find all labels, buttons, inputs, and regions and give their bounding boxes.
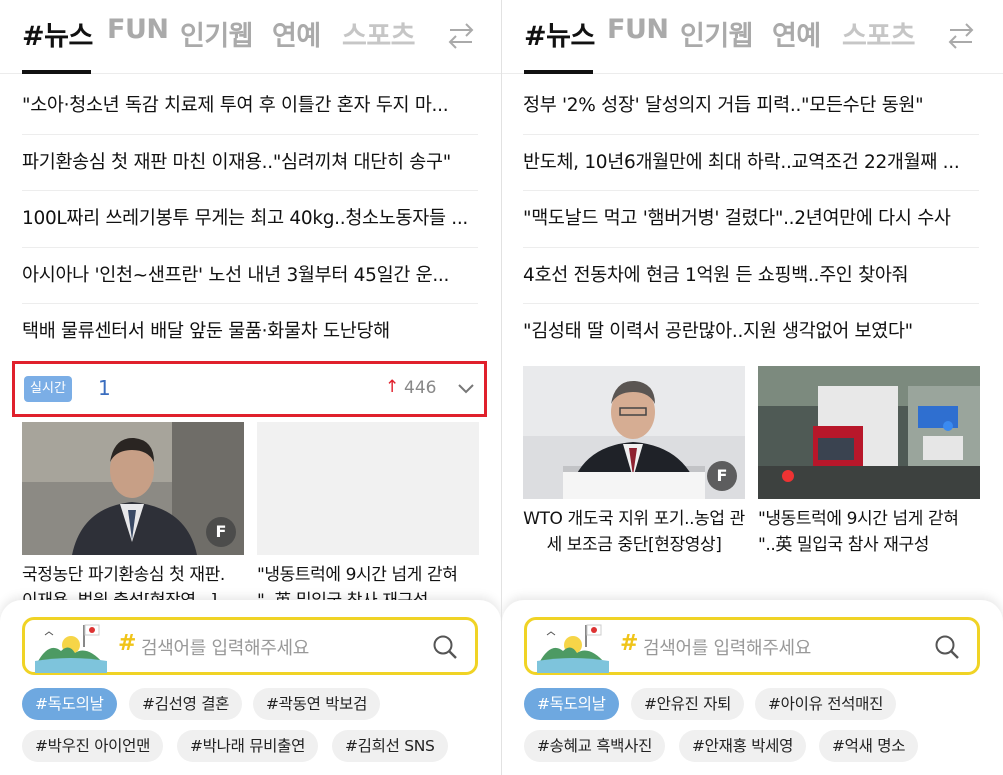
search-placeholder: 검색어를 입력해주세요 (141, 638, 310, 659)
news-thumbnail[interactable] (758, 366, 980, 499)
category-tab-bar: #뉴스 FUN 인기웹 연예 스포츠 (502, 0, 1003, 74)
swap-arrows-icon[interactable] (946, 20, 976, 52)
search-hash: # (620, 631, 639, 656)
truck-scene-photo (758, 366, 980, 499)
headline-item[interactable]: 파기환송심 첫 재판 마친 이재용.."심려끼쳐 대단히 송구" (22, 135, 478, 191)
headline-item[interactable]: "맥도날드 먹고 '햄버거병' 걸렸다"..2년여만에 다시 수사 (523, 191, 979, 248)
tab-news[interactable]: #뉴스 (524, 14, 595, 53)
headline-list: "소아·청소년 독감 치료제 투여 후 이틀간 혼자 두지 마... 파기환송심… (22, 78, 478, 361)
search-icon[interactable] (431, 633, 459, 661)
search-icon[interactable] (933, 633, 961, 661)
search-input[interactable]: # 검색어를 입력해주세요 (524, 617, 980, 675)
right-screen: #뉴스 FUN 인기웹 연예 스포츠 정부 '2% 성장' 달성의지 거듭 피력… (502, 0, 1003, 775)
realtime-search-bar[interactable]: 실시간 1 ↑ 446 (12, 361, 487, 417)
dokdo-logo-icon (537, 624, 609, 673)
trending-chip[interactable]: #억새 명소 (819, 730, 919, 762)
headline-item[interactable]: 반도체, 10년6개월만에 최대 하락..교역조건 22개월째 ... (523, 135, 979, 191)
tab-sports[interactable]: 스포츠 (342, 14, 416, 53)
search-placeholder: 검색어를 입력해주세요 (643, 638, 812, 659)
tab-sports[interactable]: 스포츠 (842, 14, 916, 53)
headline-item[interactable]: 택배 물류센터서 배달 앞둔 물품·화물차 도난당해 (22, 304, 478, 361)
headline-list: 정부 '2% 성장' 달성의지 거듭 피력.."모든수단 동원" 반도체, 10… (523, 78, 979, 361)
headline-item[interactable]: 정부 '2% 성장' 달성의지 거듭 피력.."모든수단 동원" (523, 78, 979, 135)
news-thumbnail[interactable] (257, 422, 479, 555)
active-tab-underline (22, 70, 91, 74)
realtime-count: 446 (404, 378, 437, 398)
trending-chip[interactable]: #곽동연 박보검 (253, 688, 381, 720)
headline-item[interactable]: "소아·청소년 독감 치료제 투여 후 이틀간 혼자 두지 마... (22, 78, 478, 135)
trending-chip[interactable]: #박나래 뮤비출연 (177, 730, 319, 762)
tab-news[interactable]: #뉴스 (22, 14, 93, 53)
trending-chip[interactable]: #안유진 자퇴 (631, 688, 745, 720)
news-card-caption[interactable]: "냉동트럭에 9시간 넘게 갇혀 "..英 밀입국 참사 재구성 (758, 506, 980, 558)
search-input[interactable]: # 검색어를 입력해주세요 (22, 617, 478, 675)
search-hash: # (118, 631, 137, 656)
tab-popular-web[interactable]: 인기웹 (680, 14, 754, 53)
trending-chip[interactable]: #아이유 전석매진 (755, 688, 897, 720)
trending-chip[interactable]: #박우진 아이언맨 (22, 730, 164, 762)
left-screen: #뉴스 FUN 인기웹 연예 스포츠 "소아·청소년 독감 치료제 투여 후 이… (0, 0, 501, 775)
replay-badge-icon: F (707, 461, 737, 491)
replay-badge-icon: F (206, 517, 236, 547)
trending-chip[interactable]: #안재홍 박세영 (679, 730, 807, 762)
search-sheet: # 검색어를 입력해주세요 #독도의날 #안유진 자퇴 #아이유 전석매진 #송… (502, 600, 1003, 775)
headline-item[interactable]: 4호선 전동차에 현금 1억원 든 쇼핑백..주인 찾아줘 (523, 248, 979, 304)
category-tab-bar: #뉴스 FUN 인기웹 연예 스포츠 (0, 0, 501, 74)
news-thumbnail[interactable]: F (523, 366, 745, 499)
news-card-caption[interactable]: WTO 개도국 지위 포기..농업 관세 보조금 중단[현장영상] (523, 506, 745, 558)
realtime-badge: 실시간 (24, 376, 72, 402)
headline-item[interactable]: 아시아나 '인천~샌프란' 노선 내년 3월부터 45일간 운... (22, 248, 478, 304)
trending-chip[interactable]: #독도의날 (22, 688, 117, 720)
swap-arrows-icon[interactable] (446, 20, 476, 52)
trending-chip[interactable]: #김선영 결혼 (129, 688, 243, 720)
active-tab-underline (524, 70, 593, 74)
tab-fun[interactable]: FUN (607, 14, 669, 45)
trending-chip[interactable]: #독도의날 (524, 688, 619, 720)
trending-chip[interactable]: #송혜교 흑백사진 (524, 730, 666, 762)
tab-entertainment[interactable]: 연예 (772, 14, 821, 53)
headline-item[interactable]: 100L짜리 쓰레기봉투 무게는 최고 40kg..청소노동자들 ... (22, 191, 478, 248)
rank-up-arrow-icon: ↑ (385, 377, 400, 397)
search-sheet: # 검색어를 입력해주세요 #독도의날 #김선영 결혼 #곽동연 박보검 #박우… (0, 600, 501, 775)
tab-popular-web[interactable]: 인기웹 (180, 14, 254, 53)
dokdo-logo-icon (35, 624, 107, 673)
trending-chip[interactable]: #김희선 SNS (332, 730, 448, 762)
realtime-rank: 1 (98, 376, 111, 400)
tab-entertainment[interactable]: 연예 (272, 14, 321, 53)
tab-fun[interactable]: FUN (107, 14, 169, 45)
news-thumbnail[interactable]: F (22, 422, 244, 555)
chevron-down-icon[interactable] (456, 378, 476, 398)
headline-item[interactable]: "김성태 딸 이력서 공란많아..지원 생각없어 보였다" (523, 304, 979, 361)
